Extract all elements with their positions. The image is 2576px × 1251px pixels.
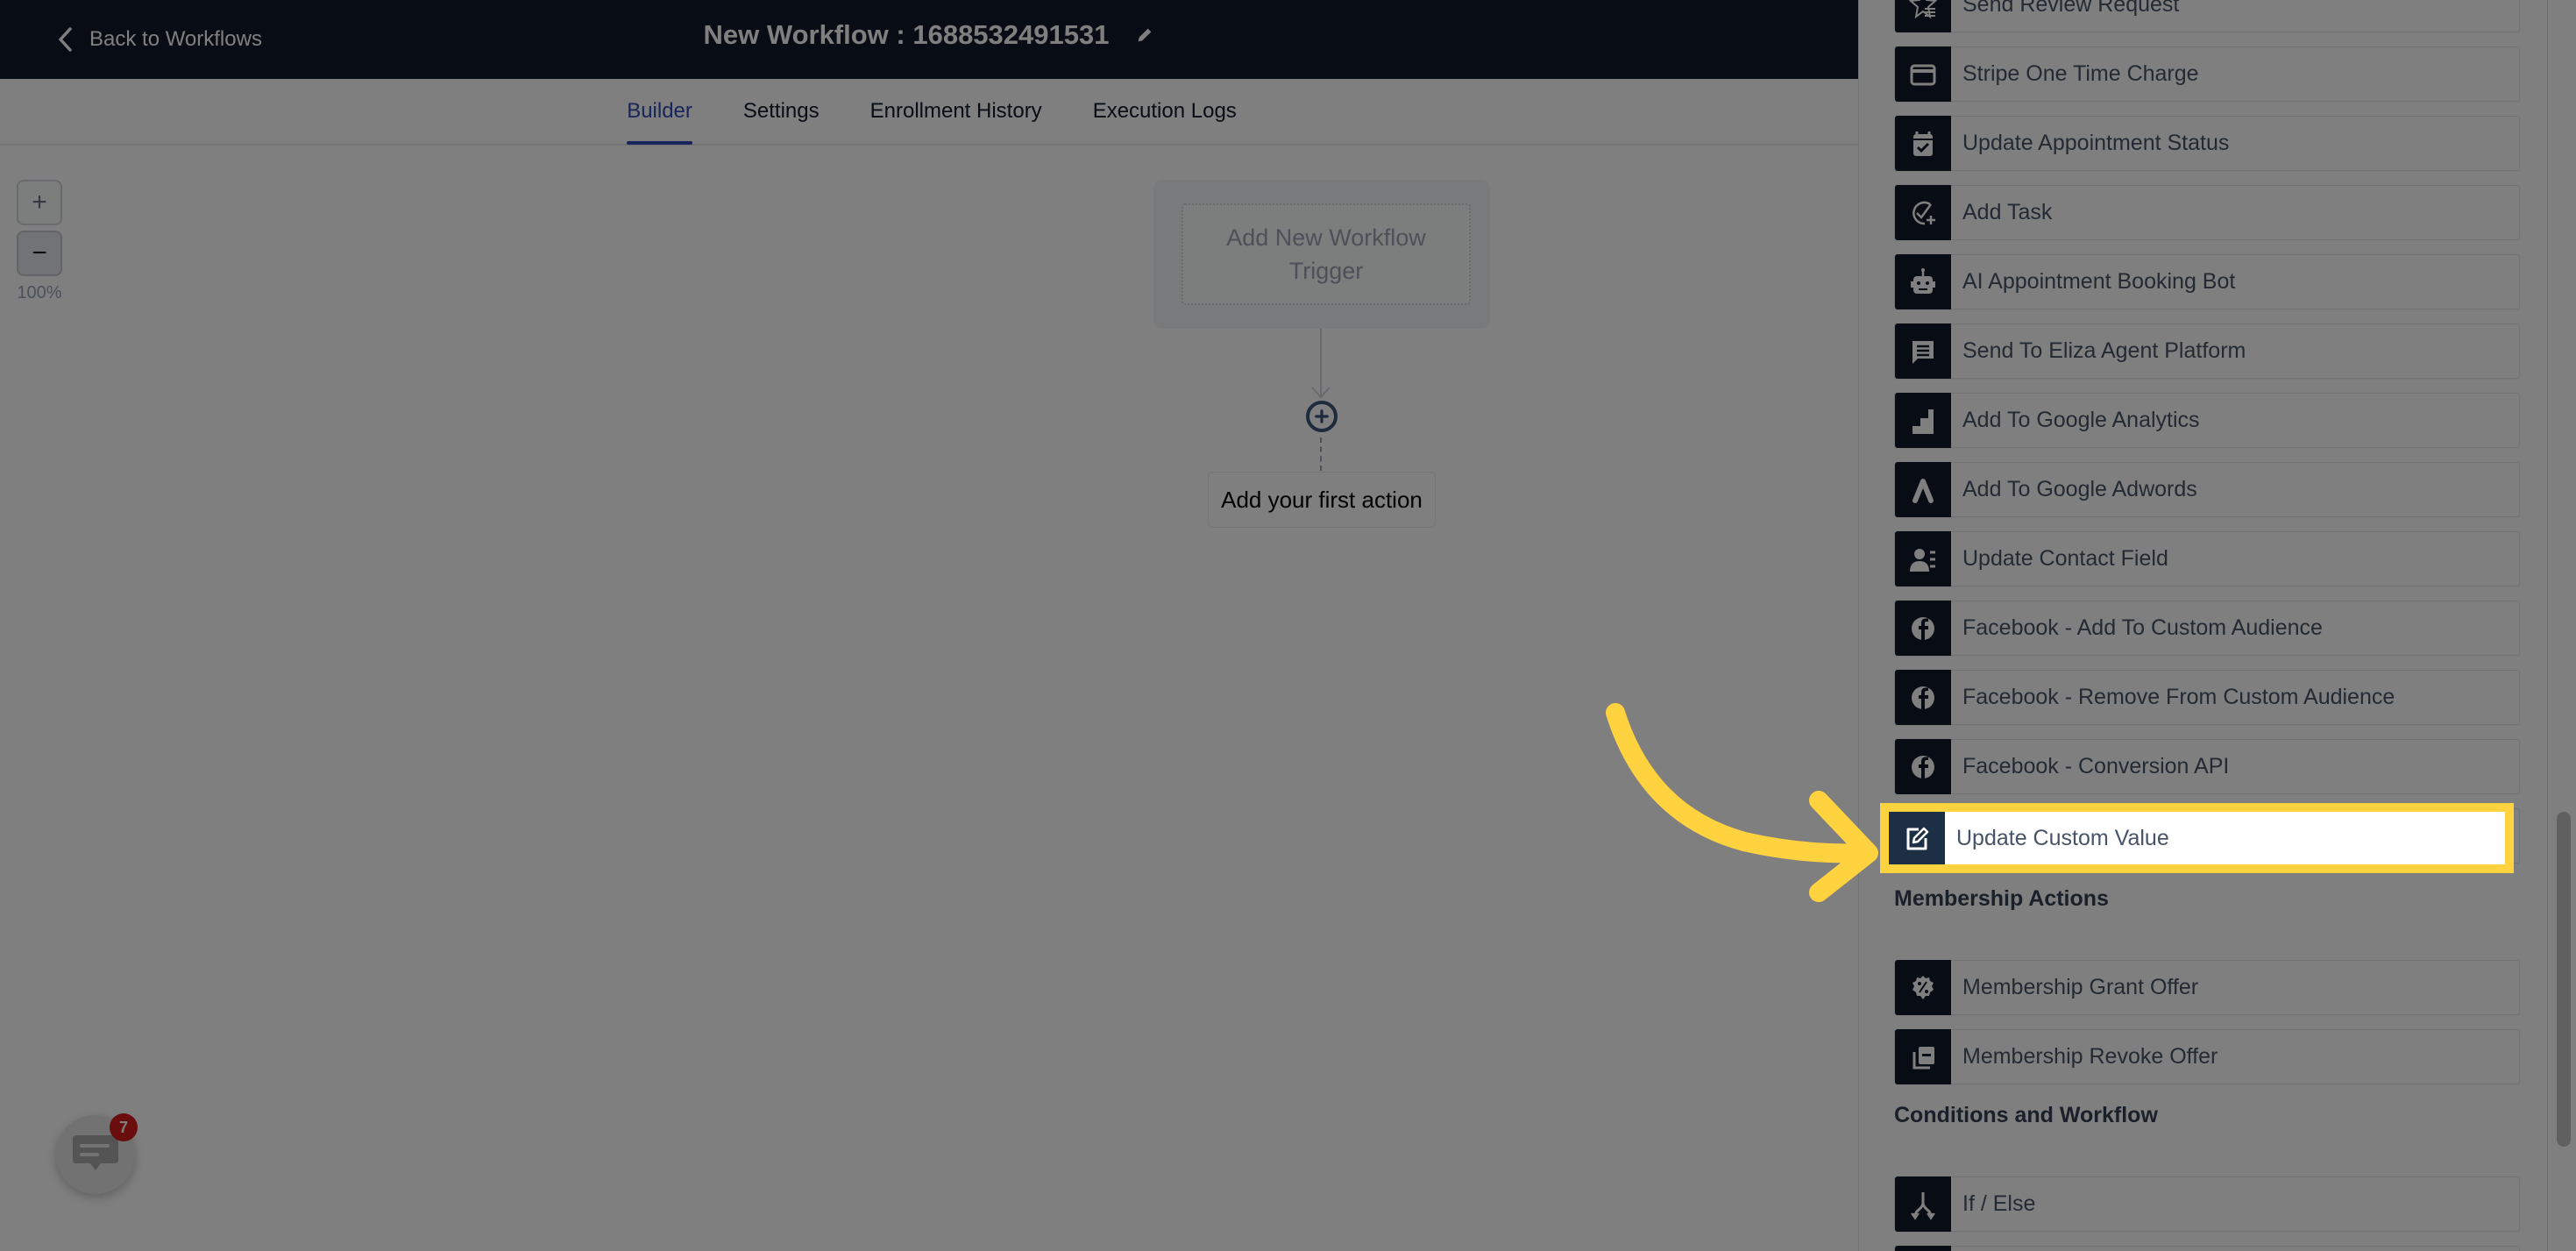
action-if-else[interactable]: If / Else xyxy=(1894,1176,2520,1232)
action-facebook-add-custom-audience[interactable]: Facebook - Add To Custom Audience xyxy=(1894,601,2520,656)
action-label: Add To Google Adwords xyxy=(1962,477,2197,501)
section-title-membership: Membership Actions xyxy=(1894,886,2109,911)
edit-title-icon[interactable] xyxy=(1135,25,1154,45)
arrow-down-icon xyxy=(1311,387,1331,399)
tab-enrollment-history[interactable]: Enrollment History xyxy=(845,78,1068,145)
action-label: Add Task xyxy=(1962,200,2053,224)
tab-builder[interactable]: Builder xyxy=(601,78,718,145)
zoom-out-button[interactable]: − xyxy=(17,231,62,276)
workflow-title-text: New Workflow : 1688532491531 xyxy=(703,19,1110,50)
robot-icon xyxy=(1911,267,1935,294)
top-bar: Back to Workflows New Workflow : 1688532… xyxy=(0,0,1858,79)
action-label: Update Custom Value xyxy=(1956,825,2169,850)
action-ai-appointment-booking-bot[interactable]: AI Appointment Booking Bot xyxy=(1894,254,2520,309)
action-label: Send Review Request xyxy=(1962,0,2180,17)
action-label: Membership Grant Offer xyxy=(1962,975,2199,999)
facebook-icon xyxy=(1912,755,1934,779)
chat-message-icon xyxy=(1912,340,1934,364)
action-label: Add To Google Analytics xyxy=(1962,408,2200,432)
credit-card-icon xyxy=(1910,64,1936,85)
action-update-appointment-status[interactable]: Update Appointment Status xyxy=(1894,116,2520,171)
workflow-title: New Workflow : 1688532491531 xyxy=(0,19,1858,51)
action-label: Send To Eliza Agent Platform xyxy=(1962,338,2246,363)
tab-execution-logs[interactable]: Execution Logs xyxy=(1068,78,1262,145)
discount-badge-icon xyxy=(1912,975,1934,999)
action-label: Update Contact Field xyxy=(1962,546,2168,571)
scrollbar-thumb[interactable] xyxy=(2557,812,2571,1147)
scrollbar-track xyxy=(2547,0,2548,1251)
action-membership-revoke-offer[interactable]: Membership Revoke Offer xyxy=(1894,1029,2520,1084)
action-label: If / Else xyxy=(1962,1191,2036,1216)
dashed-connector xyxy=(1320,437,1322,471)
tab-settings[interactable]: Settings xyxy=(718,78,845,145)
add-trigger-button[interactable]: Add New Workflow Trigger xyxy=(1182,203,1471,305)
action-send-to-eliza[interactable]: Send To Eliza Agent Platform xyxy=(1894,323,2520,379)
split-branch-icon xyxy=(1911,1191,1935,1220)
action-next-partial[interactable] xyxy=(1894,1246,2520,1251)
notification-badge: 7 xyxy=(110,1113,138,1141)
action-add-to-google-analytics[interactable]: Add To Google Analytics xyxy=(1894,393,2520,448)
workflow-builder: Back to Workflows New Workflow : 1688532… xyxy=(0,0,1858,1251)
zoom-controls: + − 100% xyxy=(17,180,62,303)
action-label: Facebook - Add To Custom Audience xyxy=(1962,615,2323,640)
edit-square-icon xyxy=(1906,827,1929,850)
contact-field-icon xyxy=(1910,548,1935,572)
facebook-icon xyxy=(1912,616,1934,641)
section-title-conditions: Conditions and Workflow xyxy=(1894,1103,2158,1127)
zoom-in-button[interactable]: + xyxy=(17,180,62,225)
action-label: Update Appointment Status xyxy=(1962,131,2230,155)
calendar-check-icon xyxy=(1913,131,1933,156)
action-update-contact-field[interactable]: Update Contact Field xyxy=(1894,531,2520,586)
zoom-level: 100% xyxy=(17,283,62,302)
action-stripe-one-time-charge[interactable]: Stripe One Time Charge xyxy=(1894,46,2520,102)
action-facebook-conversion-api[interactable]: Facebook - Conversion API xyxy=(1894,739,2520,794)
action-add-task[interactable]: Add Task xyxy=(1894,185,2520,240)
google-analytics-icon xyxy=(1912,409,1934,434)
action-label: Facebook - Conversion API xyxy=(1962,754,2230,778)
action-send-review-request[interactable]: Send Review Request xyxy=(1894,0,2520,32)
trigger-card: Add New Workflow Trigger xyxy=(1153,180,1490,329)
action-label: Facebook - Remove From Custom Audience xyxy=(1962,685,2395,709)
action-update-custom-value[interactable]: Update Custom Value xyxy=(1889,812,2505,864)
action-facebook-remove-custom-audience[interactable]: Facebook - Remove From Custom Audience xyxy=(1894,670,2520,725)
add-action-button[interactable] xyxy=(1306,401,1338,432)
plus-icon xyxy=(1315,409,1329,423)
action-label: Stripe One Time Charge xyxy=(1962,61,2199,86)
action-label: Membership Revoke Offer xyxy=(1962,1044,2218,1069)
action-add-to-google-adwords[interactable]: Add To Google Adwords xyxy=(1894,462,2520,517)
tab-bar: Builder Settings Enrollment History Exec… xyxy=(0,79,1858,146)
actions-panel: Send Review Request Stripe One Time Char… xyxy=(1858,0,2576,1251)
stack-minus-icon xyxy=(1912,1046,1934,1069)
first-action-node[interactable]: Add your first action xyxy=(1208,472,1436,528)
star-list-icon xyxy=(1908,0,1938,18)
facebook-icon xyxy=(1912,686,1934,710)
google-ads-icon xyxy=(1912,478,1934,503)
action-label: AI Appointment Booking Bot xyxy=(1962,269,2236,294)
task-add-icon xyxy=(1912,201,1935,224)
action-membership-grant-offer[interactable]: Membership Grant Offer xyxy=(1894,960,2520,1015)
